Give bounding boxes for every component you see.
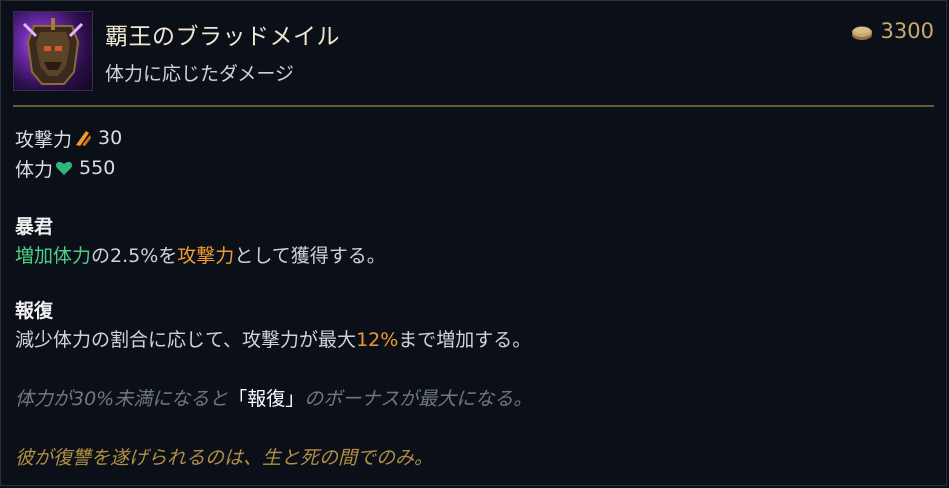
passive-description: 増加体力の2.5%を攻撃力として獲得する。 [15, 241, 386, 271]
stat-label: 攻撃力 [15, 128, 73, 151]
note-keyword: 「報復」 [228, 388, 305, 410]
tooltip-header: 覇王のブラッドメイル 体力に応じたダメージ 3300 [13, 11, 934, 93]
passive-text: の2.5%を [91, 245, 178, 267]
bonus-health-term: 増加体力 [15, 245, 92, 267]
item-cost: 3300 [851, 19, 934, 43]
item-subtitle: 体力に応じたダメージ [105, 63, 295, 85]
passive-title: 報復 [15, 300, 54, 322]
gold-coin-icon [851, 22, 873, 40]
percentage-value: 12% [356, 329, 399, 351]
passive-retribution: 報復 減少体力の割合に応じて、攻撃力が最大12%まで増加する。 [15, 297, 531, 355]
passive-text: として獲得する。 [234, 245, 386, 267]
stats-list: 攻撃力 30 体力 550 [15, 123, 122, 183]
attack-damage-term: 攻撃力 [177, 245, 235, 267]
bonus-note: 体力が30%未満になると「報復」のボーナスが最大になる。 [15, 384, 532, 411]
armor-helmet-icon [13, 11, 93, 91]
passive-title: 暴君 [15, 216, 54, 238]
cost-value: 3300 [880, 19, 934, 43]
passive-description: 減少体力の割合に応じて、攻撃力が最大12%まで増加する。 [15, 325, 531, 355]
health-heart-icon [55, 159, 73, 177]
item-name: 覇王のブラッドメイル [105, 24, 340, 50]
stat-attack-damage: 攻撃力 30 [15, 123, 122, 153]
flavor-text: 彼が復讐を遂げられるのは、生と死の間でのみ。 [15, 447, 434, 469]
stat-value: 550 [79, 157, 116, 179]
attack-damage-icon [74, 129, 92, 147]
item-tooltip: 覇王のブラッドメイル 体力に応じたダメージ 3300 攻撃力 30 体力 550… [0, 0, 947, 486]
passive-tyranny: 暴君 増加体力の2.5%を攻撃力として獲得する。 [15, 213, 386, 271]
stat-health: 体力 550 [15, 153, 122, 183]
passive-text: 減少体力の割合に応じて、攻撃力が最大 [15, 329, 357, 351]
note-text: 体力が30%未満になると [15, 388, 229, 410]
stat-value: 30 [98, 127, 123, 149]
passive-text: まで増加する。 [398, 329, 532, 351]
stat-label: 体力 [15, 158, 54, 181]
header-divider [13, 105, 934, 107]
note-text: のボーナスが最大になる。 [304, 388, 533, 410]
